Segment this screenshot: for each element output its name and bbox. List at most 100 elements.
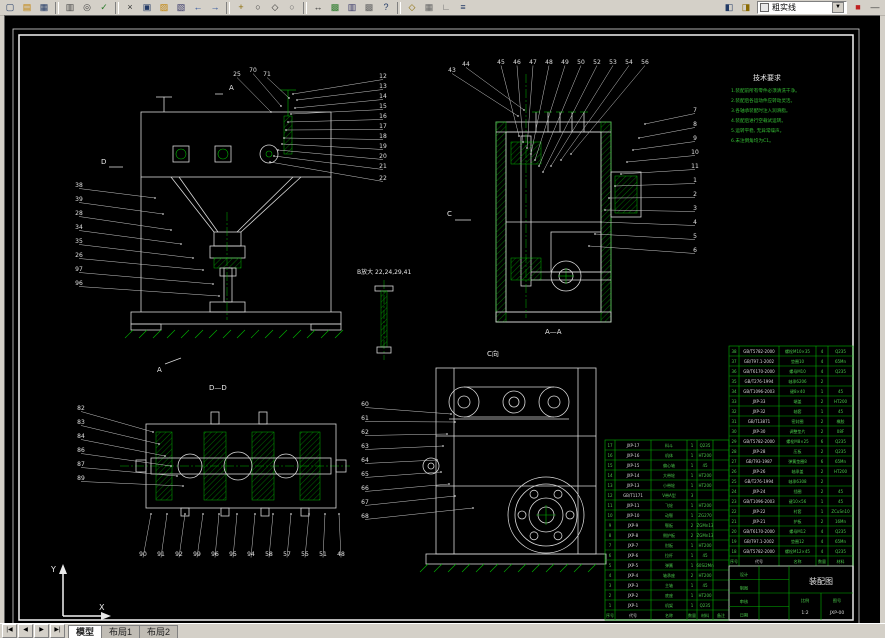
svg-text:18: 18: [731, 549, 737, 554]
svg-text:机体: 机体: [665, 452, 673, 458]
tab-model[interactable]: 模型: [68, 625, 103, 638]
chevron-down-icon[interactable]: ▼: [832, 2, 844, 13]
svg-text:10: 10: [607, 513, 613, 518]
svg-text:GB/T6170-2000: GB/T6170-2000: [743, 529, 775, 534]
svg-text:55: 55: [301, 551, 309, 558]
tab-nav-next[interactable]: ▶: [34, 624, 49, 638]
view-section-dd: D—D: [120, 384, 350, 517]
preview-icon[interactable]: ◎: [79, 0, 95, 15]
osnap-icon[interactable]: ◇: [404, 0, 420, 15]
print-icon[interactable]: ▥: [62, 0, 78, 15]
svg-text:4: 4: [821, 529, 824, 534]
svg-text:45: 45: [702, 583, 708, 588]
svg-text:弹簧: 弹簧: [665, 562, 673, 568]
toolbar-right2-icons: ■ —: [850, 0, 883, 15]
drawing-canvas[interactable]: A D A A—A C D—D C向 B放大 22,24,29,41 技术要求 …: [4, 15, 880, 627]
svg-text:65Mn: 65Mn: [835, 459, 847, 464]
layers-icon[interactable]: ≡: [455, 0, 471, 15]
svg-text:57: 57: [283, 551, 291, 558]
properties-icon[interactable]: ▥: [344, 0, 360, 15]
svg-text:16Mn: 16Mn: [835, 519, 847, 524]
svg-text:21: 21: [731, 519, 737, 524]
tab-layout2[interactable]: 布局2: [139, 625, 179, 638]
svg-text:日期: 日期: [740, 613, 748, 619]
svg-text:45: 45: [838, 389, 844, 394]
zoom-prev-icon[interactable]: ○: [284, 0, 300, 15]
svg-text:7: 7: [609, 543, 612, 548]
svg-text:ZCuSn10: ZCuSn10: [831, 509, 850, 514]
svg-text:GB/T6170-2000: GB/T6170-2000: [743, 369, 775, 374]
svg-text:1: 1: [691, 483, 694, 488]
autocad-window: ▢ ▤ ▦ ▥ ◎ ✓ × ▣ ▨ ▧ ← → + ○ ◇ ○ ↔ ▩ ▥ ▩? ◇ ▦ ∟ ≡ ◧ ◨ 粗实线 ▼ ■ —: [0, 0, 885, 638]
svg-text:JXP-17: JXP-17: [626, 443, 640, 448]
svg-text:HT200: HT200: [698, 573, 712, 578]
zoom-window-icon[interactable]: ◇: [267, 0, 283, 15]
svg-text:肘板: 肘板: [665, 542, 673, 548]
svg-text:底座: 底座: [665, 592, 673, 598]
svg-text:挡圈: 挡圈: [794, 488, 802, 494]
cut-icon[interactable]: ×: [122, 0, 138, 15]
svg-text:1: 1: [691, 543, 694, 548]
linetype-control-icon[interactable]: —: [867, 0, 883, 15]
distance-icon[interactable]: ↔: [310, 0, 326, 15]
color-control-icon[interactable]: ■: [850, 0, 866, 15]
svg-text:47: 47: [529, 59, 537, 66]
new-icon[interactable]: ▢: [2, 0, 18, 15]
layer-states-icon[interactable]: ◧: [721, 0, 737, 15]
tab-layout1[interactable]: 布局1: [101, 625, 141, 638]
svg-text:51: 51: [319, 551, 327, 558]
svg-text:28: 28: [75, 210, 83, 217]
svg-text:12: 12: [379, 73, 387, 80]
help-icon[interactable]: ?: [378, 0, 394, 15]
svg-text:审核: 审核: [740, 598, 749, 605]
svg-text:2.装配后各运动件应转动灵活。: 2.装配后各运动件应转动灵活。: [731, 97, 795, 104]
svg-text:2: 2: [821, 449, 824, 454]
svg-text:20: 20: [731, 529, 737, 534]
toolbar-separator: [397, 1, 401, 14]
ortho-icon[interactable]: ∟: [438, 0, 454, 15]
svg-text:GB/T93-1987: GB/T93-1987: [746, 459, 773, 464]
spell-icon[interactable]: ✓: [96, 0, 112, 15]
svg-text:颚板: 颚板: [665, 522, 673, 528]
svg-text:键10×56: 键10×56: [789, 498, 807, 504]
svg-text:48: 48: [545, 59, 553, 66]
open-icon[interactable]: ▤: [19, 0, 35, 15]
view-c-label: C向: [487, 349, 499, 358]
svg-text:6: 6: [609, 553, 612, 558]
svg-text:36: 36: [731, 369, 737, 374]
datum-a-top: A: [229, 84, 234, 92]
copy-icon[interactable]: ▣: [139, 0, 155, 15]
svg-text:JXP-15: JXP-15: [626, 463, 640, 468]
save-icon[interactable]: ▦: [36, 0, 52, 15]
match-icon[interactable]: ▧: [173, 0, 189, 15]
svg-text:Q235: Q235: [835, 449, 846, 454]
svg-text:弹簧垫圈8: 弹簧垫圈8: [788, 458, 807, 464]
tab-nav-prev[interactable]: ◀: [18, 624, 33, 638]
redraw-icon[interactable]: ▩: [327, 0, 343, 15]
svg-text:38: 38: [731, 349, 737, 354]
svg-text:JXP-13: JXP-13: [626, 483, 640, 488]
svg-text:1: 1: [691, 563, 694, 568]
svg-text:序号: 序号: [730, 558, 738, 564]
undo-icon[interactable]: ←: [190, 0, 206, 15]
grid-icon[interactable]: ▦: [421, 0, 437, 15]
svg-text:16: 16: [379, 113, 387, 120]
tab-nav-first[interactable]: |◀: [2, 624, 17, 638]
svg-text:9: 9: [609, 523, 612, 528]
paste-icon[interactable]: ▨: [156, 0, 172, 15]
svg-text:Q235: Q235: [835, 349, 846, 354]
svg-text:4.装配后进行空载试运转。: 4.装配后进行空载试运转。: [731, 117, 786, 124]
svg-text:JXP-3: JXP-3: [627, 583, 639, 588]
pan-icon[interactable]: +: [233, 0, 249, 15]
svg-text:2: 2: [821, 379, 824, 384]
layer-combo[interactable]: 粗实线 ▼: [757, 1, 847, 14]
make-layer-icon[interactable]: ◨: [738, 0, 754, 15]
toolbox-icon[interactable]: ▩: [361, 0, 377, 15]
svg-text:螺栓M10×35: 螺栓M10×35: [785, 348, 810, 354]
svg-text:68: 68: [361, 513, 369, 520]
svg-text:5: 5: [609, 563, 612, 568]
svg-text:21: 21: [379, 163, 387, 170]
zoom-icon[interactable]: ○: [250, 0, 266, 15]
tab-nav-last[interactable]: ▶|: [50, 624, 65, 638]
redo-icon[interactable]: →: [207, 0, 223, 15]
